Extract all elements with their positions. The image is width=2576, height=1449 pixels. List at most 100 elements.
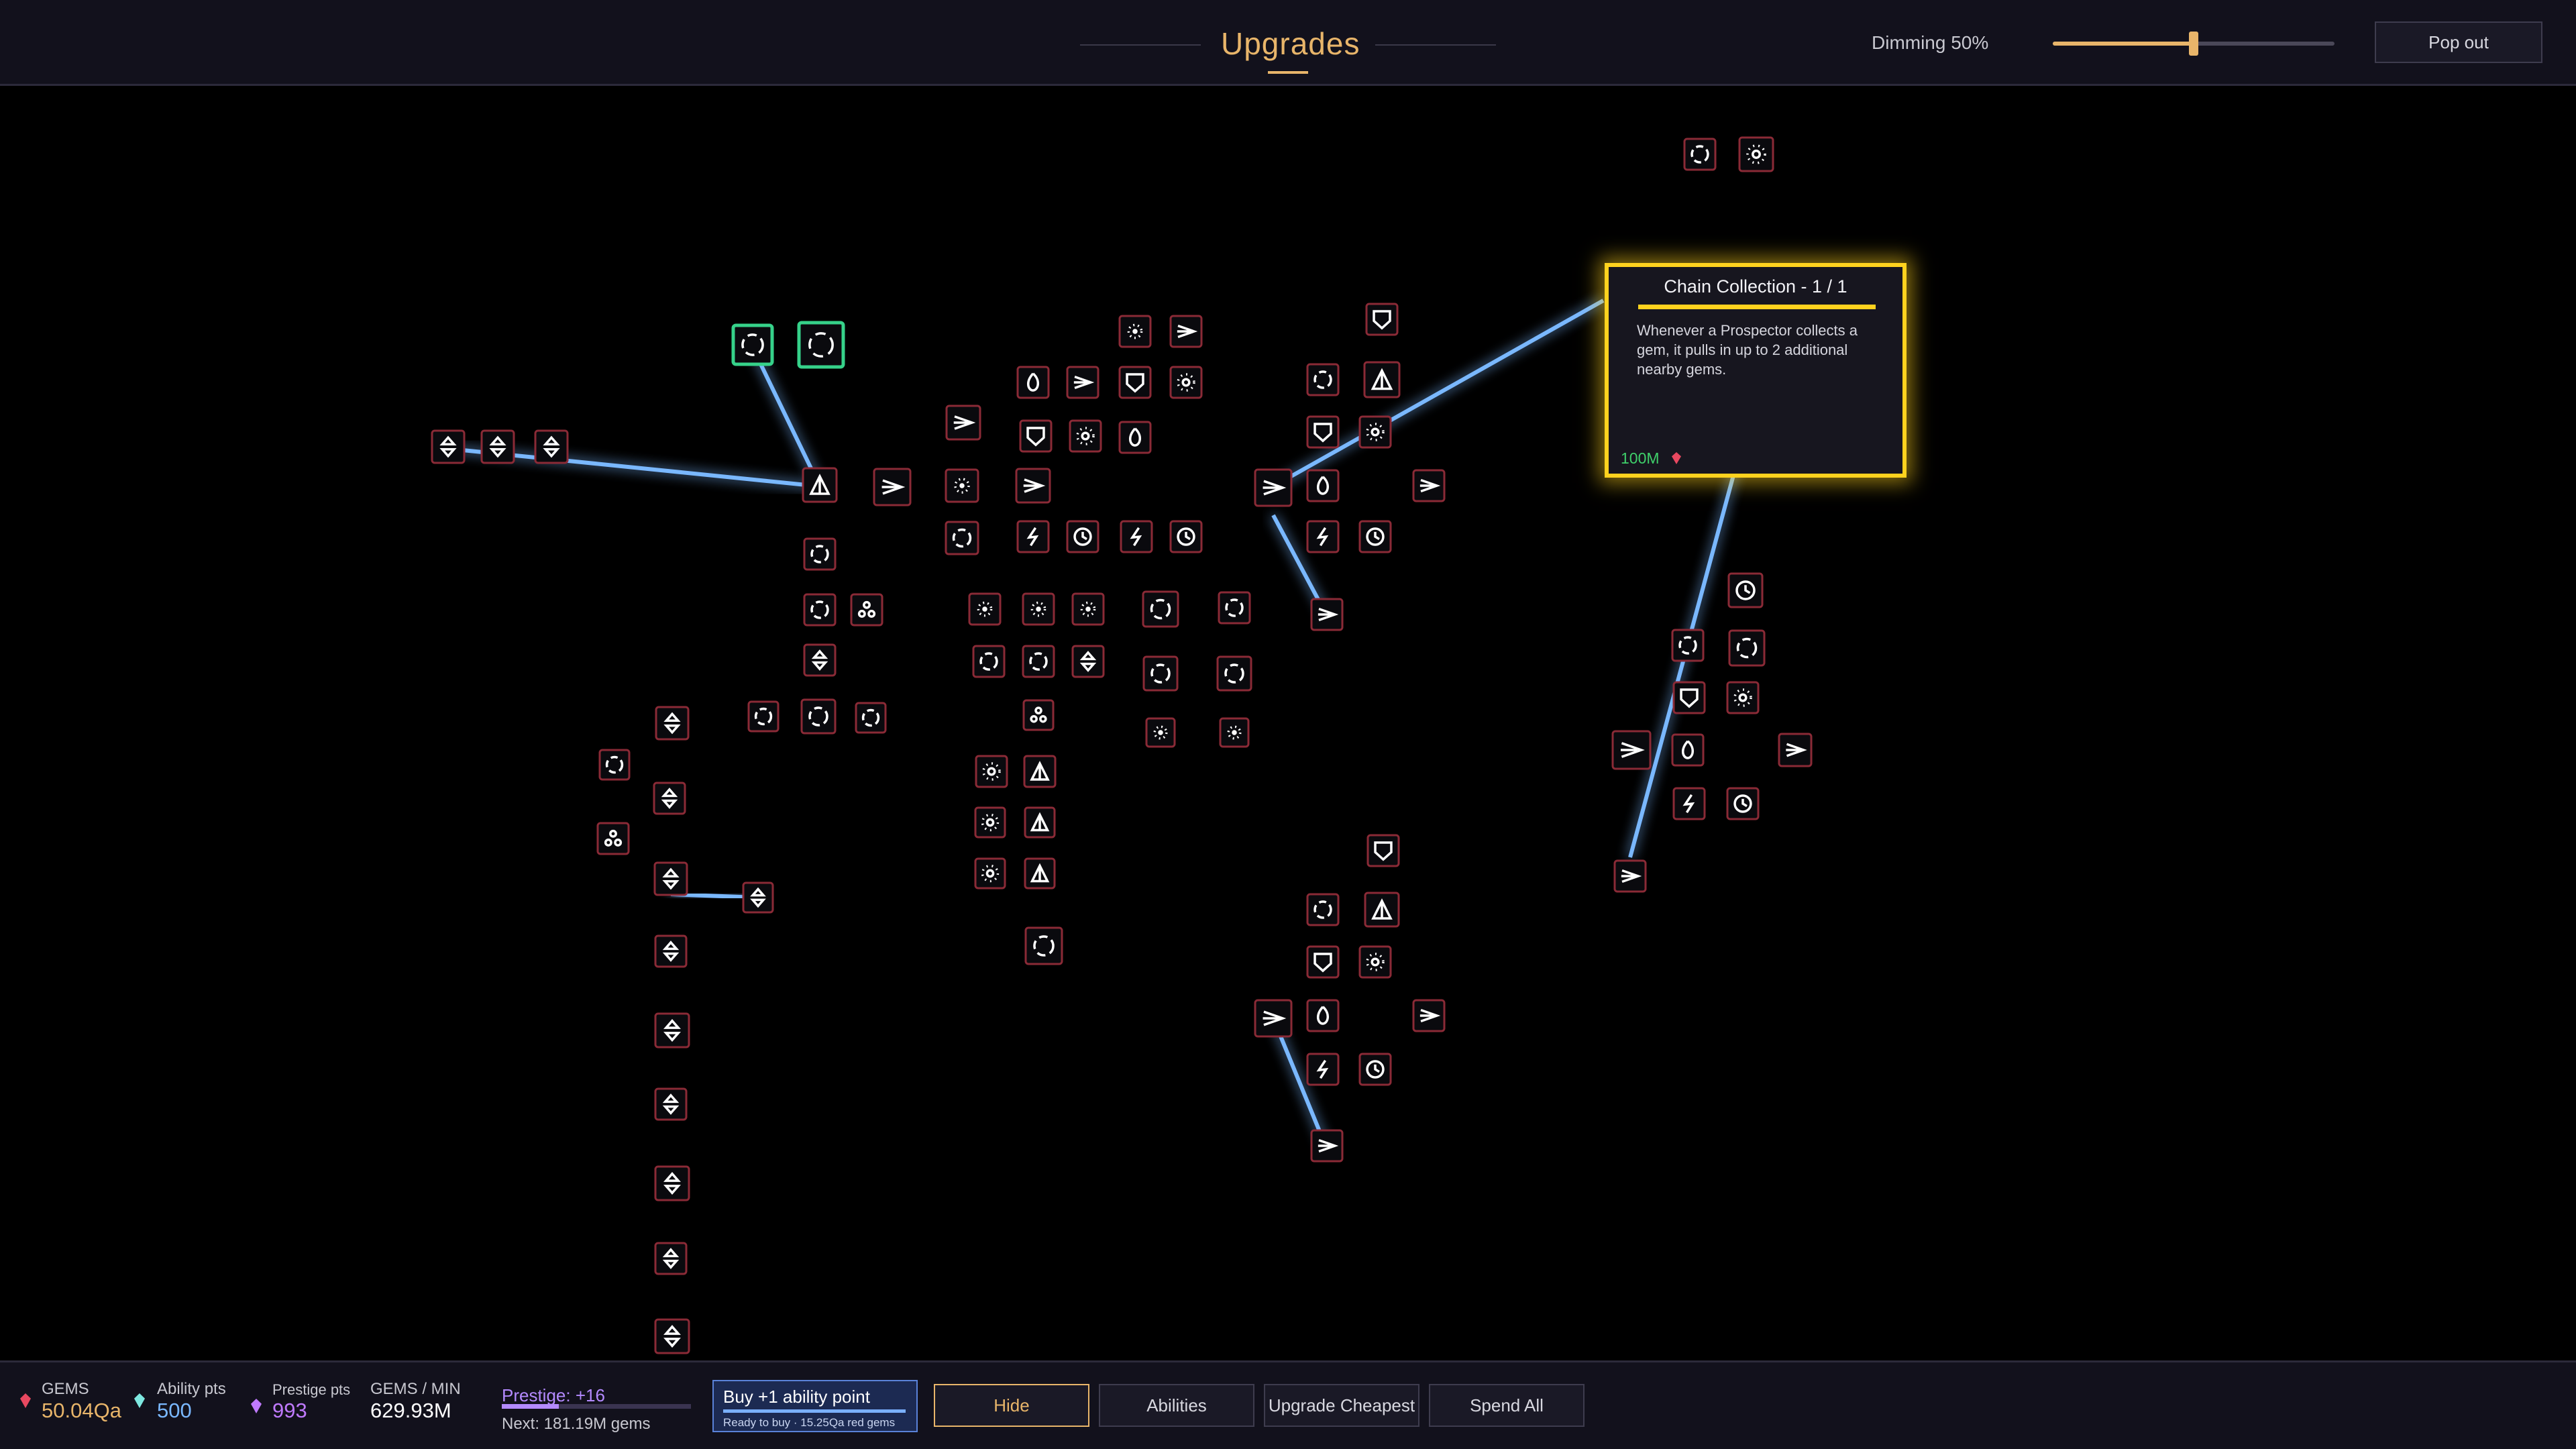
cone-upgrade-node[interactable] [1363,361,1401,398]
cone-upgrade-node[interactable] [1024,806,1056,839]
ring-upgrade-node[interactable] [1218,591,1251,625]
shield-upgrade-node[interactable] [1019,419,1053,453]
clock-upgrade-node[interactable] [1727,572,1764,608]
hide-button[interactable]: Hide [934,1384,1089,1427]
ring-upgrade-node[interactable] [803,593,837,627]
ring-upgrade-node[interactable] [731,323,774,366]
diamond-upgrade-node[interactable] [1071,645,1105,678]
ring-upgrade-node[interactable] [945,521,979,555]
diamond-upgrade-node[interactable] [654,1318,690,1354]
sun-upgrade-node[interactable] [1726,681,1760,714]
sun-upgrade-node[interactable] [974,806,1006,839]
shield-upgrade-node[interactable] [1306,415,1340,449]
flame-upgrade-node[interactable] [1118,421,1152,454]
shield-upgrade-node[interactable] [1306,945,1340,979]
arrow-upgrade-node[interactable] [1254,999,1293,1038]
flame-upgrade-node[interactable] [1016,366,1050,399]
diamond-upgrade-node[interactable] [653,861,688,896]
diamond-upgrade-node[interactable] [654,1012,690,1049]
ring-upgrade-node[interactable] [797,321,845,369]
arrow-upgrade-node[interactable] [1412,999,1446,1032]
clock-upgrade-node[interactable] [1358,1053,1392,1086]
arrow-upgrade-node[interactable] [1169,315,1203,348]
upgrade-cheapest-button[interactable]: Upgrade Cheapest [1264,1384,1419,1427]
diamond-upgrade-node[interactable] [653,782,686,815]
prestige-gain-label[interactable]: Prestige: +16 [502,1385,605,1406]
bolt-upgrade-node[interactable] [1672,787,1706,820]
ring-upgrade-node[interactable] [1024,926,1063,965]
ring-upgrade-node[interactable] [855,702,887,734]
dots-upgrade-node[interactable] [1022,592,1055,626]
spend-all-button[interactable]: Spend All [1429,1384,1585,1427]
upgrade-tree[interactable] [0,86,2576,1360]
dots-upgrade-node[interactable] [1071,592,1105,626]
flame-upgrade-node[interactable] [1671,733,1705,767]
ring-upgrade-node[interactable] [598,749,631,781]
shield-upgrade-node[interactable] [1366,834,1400,867]
diamond-upgrade-node[interactable] [431,429,466,464]
sun-upgrade-node[interactable] [974,857,1006,890]
flame-upgrade-node[interactable] [1306,999,1340,1032]
dots-upgrade-node[interactable] [1219,717,1250,748]
shield-upgrade-node[interactable] [1118,366,1152,399]
arrow-upgrade-node[interactable] [1778,733,1813,767]
diamond-upgrade-node[interactable] [534,429,569,464]
sun-upgrade-node[interactable] [1738,136,1774,172]
ring-upgrade-node[interactable] [1306,893,1340,926]
diamond-upgrade-node[interactable] [654,1242,688,1275]
arrow-upgrade-node[interactable] [1254,468,1293,507]
bolt-upgrade-node[interactable] [1306,1053,1340,1086]
clock-upgrade-node[interactable] [1726,787,1760,820]
diamond-upgrade-node[interactable] [655,706,690,741]
pop-out-button[interactable]: Pop out [2375,21,2542,63]
clock-upgrade-node[interactable] [1169,520,1203,553]
dots-upgrade-node[interactable] [968,592,1002,626]
arrow-upgrade-node[interactable] [945,405,981,441]
arrow-upgrade-node[interactable] [1310,1129,1344,1163]
dots-upgrade-node[interactable] [945,468,979,503]
cone-upgrade-node[interactable] [1024,857,1056,890]
dots-upgrade-node[interactable] [1118,315,1152,348]
sun-upgrade-node[interactable] [975,755,1008,788]
dots-upgrade-node[interactable] [1145,717,1176,748]
ring-upgrade-node[interactable] [1142,590,1179,628]
flame-upgrade-node[interactable] [1306,469,1340,502]
ring-upgrade-node[interactable] [1728,629,1766,667]
diamond-upgrade-node[interactable] [803,643,837,677]
arrow-upgrade-node[interactable] [1066,366,1099,399]
bolt-upgrade-node[interactable] [1306,520,1340,553]
dimming-slider[interactable] [2053,32,2334,56]
tri-upgrade-node[interactable] [850,593,883,627]
ring-upgrade-node[interactable] [1306,363,1340,396]
arrow-upgrade-node[interactable] [1611,730,1652,770]
abilities-button[interactable]: Abilities [1099,1384,1254,1427]
arrow-upgrade-node[interactable] [1015,468,1051,504]
diamond-upgrade-node[interactable] [654,1087,688,1121]
diamond-upgrade-node[interactable] [654,1165,690,1201]
buy-ability-point-button[interactable]: Buy +1 ability point Ready to buy · 15.2… [712,1380,918,1432]
diamond-upgrade-node[interactable] [654,934,688,968]
arrow-upgrade-node[interactable] [1613,859,1647,893]
ring-upgrade-node[interactable] [747,700,780,733]
diamond-upgrade-node[interactable] [480,429,515,464]
cone-upgrade-node[interactable] [1023,755,1057,788]
ring-upgrade-node[interactable] [803,537,837,571]
tri-upgrade-node[interactable] [1022,699,1055,731]
cone-upgrade-node[interactable] [1364,892,1400,928]
shield-upgrade-node[interactable] [1672,681,1706,714]
arrow-upgrade-node[interactable] [1412,469,1446,502]
clock-upgrade-node[interactable] [1066,520,1099,553]
ring-upgrade-node[interactable] [1142,655,1179,692]
sun-upgrade-node[interactable] [1169,366,1203,399]
upgrade-tree-map[interactable]: Chain Collection - 1 / 1 Whenever a Pros… [0,86,2576,1360]
sun-upgrade-node[interactable] [1069,419,1102,453]
diamond-upgrade-node[interactable] [742,881,774,914]
ring-upgrade-node[interactable] [1216,655,1252,692]
arrow-upgrade-node[interactable] [873,468,912,506]
clock-upgrade-node[interactable] [1358,520,1392,553]
ring-upgrade-node[interactable] [1022,645,1055,678]
cone-upgrade-node[interactable] [802,467,838,503]
sun-upgrade-node[interactable] [1358,945,1392,979]
shield-upgrade-node[interactable] [1365,303,1399,336]
bolt-upgrade-node[interactable] [1016,520,1050,553]
